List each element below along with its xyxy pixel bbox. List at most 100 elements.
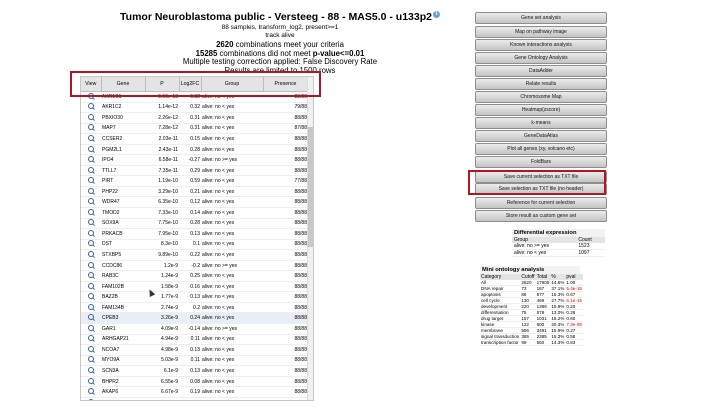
table-row[interactable]: PBXIO30 2.26e-12 0.31 alive: no < yes 88/88	[81, 112, 308, 124]
gene-cell[interactable]: TTLL7	[101, 165, 145, 177]
table-row[interactable]: STXBP5 9.89e-10 0.22 alive: no < yes 88/88	[81, 249, 308, 261]
view-cell[interactable]	[81, 323, 101, 335]
gene-cell[interactable]: ARHGAP21	[101, 334, 145, 346]
magnifier-icon[interactable]	[88, 103, 94, 110]
view-cell[interactable]	[81, 334, 101, 346]
magnifier-icon[interactable]	[88, 335, 94, 342]
magnifier-icon[interactable]	[88, 366, 94, 373]
table-row[interactable]: DST 8.3e-10 0.1 alive: no < yes 88/88	[81, 239, 308, 251]
view-cell[interactable]	[81, 291, 101, 303]
magnifier-icon[interactable]	[88, 324, 94, 331]
magnifier-icon[interactable]	[88, 113, 94, 120]
button-reference-for-current-selection[interactable]: Reference for current selection	[475, 197, 607, 209]
table-row[interactable]: TMOD2 7.33e-10 0.14 alive: no < yes 88/88	[81, 207, 308, 219]
magnifier-icon[interactable]	[88, 293, 94, 300]
gene-cell[interactable]: MAP7	[101, 123, 145, 135]
button-relate-results[interactable]: Relate results	[475, 78, 607, 90]
table-row[interactable]: RAB3C 1.24e-9 0.25 alive: no < yes 88/88	[81, 270, 308, 282]
table-row[interactable]: NCOA7 4.98e-9 0.13 alive: no < yes 88/88	[81, 344, 308, 356]
view-cell[interactable]	[81, 281, 101, 293]
view-cell[interactable]	[81, 133, 101, 145]
gene-cell[interactable]: BAZ2B	[101, 291, 145, 303]
gene-cell[interactable]: MYO9A	[101, 355, 145, 367]
magnifier-icon[interactable]	[88, 250, 94, 257]
view-cell[interactable]	[81, 302, 101, 314]
magnifier-icon[interactable]	[88, 187, 94, 194]
gene-cell[interactable]: GAR1	[101, 323, 145, 335]
table-row[interactable]: AKR1C2 1.14e-12 0.32 alive: no < yes 79/88	[81, 102, 308, 114]
view-cell[interactable]	[81, 196, 101, 208]
gene-cell[interactable]: NCOA7	[101, 344, 145, 356]
button-k-means[interactable]: k-means	[475, 117, 607, 129]
gene-cell[interactable]: STXBP5	[101, 249, 145, 261]
table-row[interactable]: AKAP6 6.67e-9 0.19 alive: no < yes 88/88	[81, 386, 308, 398]
gene-cell[interactable]: PRKACB	[101, 228, 145, 240]
view-cell[interactable]	[81, 154, 101, 166]
view-cell[interactable]	[81, 186, 101, 198]
view-cell[interactable]	[81, 165, 101, 177]
button-map-on-pathway-image[interactable]: Map on pathway image	[475, 26, 607, 38]
table-row[interactable]: FAM134B 2.74e-9 0.2 alive: no < yes 88/88	[81, 302, 308, 314]
gene-cell[interactable]: AKR1C2	[101, 102, 145, 114]
table-row[interactable]: MAP7 7.28e-12 0.31 alive: no < yes 87/88	[81, 123, 308, 135]
gene-cell[interactable]: IPO4	[101, 154, 145, 166]
gene-cell[interactable]: BHPR2	[101, 376, 145, 388]
gene-cell[interactable]: PIRT	[101, 175, 145, 187]
button-known-interactions-analysis[interactable]: Known interactions analysis	[475, 39, 607, 51]
magnifier-icon[interactable]	[88, 240, 94, 247]
table-row[interactable]: IPO4 6.58e-11 -0.27 alive: no >= yes 88/88	[81, 154, 308, 166]
view-cell[interactable]	[81, 355, 101, 367]
view-cell[interactable]	[81, 365, 101, 377]
view-cell[interactable]	[81, 376, 101, 388]
magnifier-icon[interactable]	[88, 261, 94, 268]
magnifier-icon[interactable]	[88, 272, 94, 279]
magnifier-icon[interactable]	[88, 229, 94, 236]
table-row[interactable]: FAM102B 1.58e-9 0.16 alive: no < yes 88/88	[81, 281, 308, 293]
gene-cell[interactable]: PHP22	[101, 186, 145, 198]
view-cell[interactable]	[81, 270, 101, 282]
table-row[interactable]: PGM2L1 2.43e-11 0.28 alive: no < yes 88/88	[81, 144, 308, 156]
magnifier-icon[interactable]	[88, 156, 94, 163]
magnifier-icon[interactable]	[88, 124, 94, 131]
view-cell[interactable]	[81, 260, 101, 272]
magnifier-icon[interactable]	[88, 345, 94, 352]
magnifier-icon[interactable]	[88, 208, 94, 215]
button-heatmap-zscore[interactable]: Heatmap(zscore)	[475, 104, 607, 116]
table-row[interactable]: BHPR2 6.55e-9 0.08 alive: no < yes 88/88	[81, 376, 308, 388]
magnifier-icon[interactable]	[88, 145, 94, 152]
button-foldbars[interactable]: FoldBars	[475, 156, 607, 168]
table-row[interactable]: PIRT 1.19e-10 0.59 alive: no < yes 77/88	[81, 175, 308, 187]
view-cell[interactable]	[81, 228, 101, 240]
gene-cell[interactable]: CCDC86	[101, 260, 145, 272]
table-row[interactable]: BAZ2B 1.77e-9 0.13 alive: no < yes 88/88	[81, 291, 308, 303]
view-cell[interactable]	[81, 344, 101, 356]
button-gene-set-analysis[interactable]: Gene set analysis	[475, 12, 607, 24]
table-scrollbar[interactable]	[307, 77, 313, 400]
gene-cell[interactable]: CPEB3	[101, 312, 145, 325]
magnifier-icon[interactable]	[88, 177, 94, 184]
gene-cell[interactable]: WDR47	[101, 196, 145, 208]
table-row[interactable]: MYO9A 5.03e-9 0.11 alive: no < yes 88/88	[81, 355, 308, 367]
gene-cell[interactable]: FAM102B	[101, 281, 145, 293]
view-cell[interactable]	[81, 102, 101, 114]
gene-cell[interactable]: CCSER2	[101, 133, 145, 145]
results-table-panel[interactable]: View Gene P Log2FC Group Presence AKR1C1…	[80, 76, 314, 401]
magnifier-icon[interactable]	[88, 198, 94, 205]
button-store-result-as-custom-gene-set[interactable]: Store result as custom gene set	[475, 210, 607, 222]
view-cell[interactable]	[81, 386, 101, 398]
gene-cell[interactable]: SCN3A	[101, 365, 145, 377]
view-cell[interactable]	[81, 312, 101, 325]
gene-cell[interactable]: COL4A3BP	[101, 397, 145, 400]
gene-cell[interactable]: FAM134B	[101, 302, 145, 314]
table-row[interactable]: TTLL7 7.35e-11 0.29 alive: no < yes 88/88	[81, 165, 308, 177]
button-genedataatlas[interactable]: GeneDataAtlas	[475, 130, 607, 142]
table-row[interactable]: PHP22 3.29e-10 0.21 alive: no < yes 88/88	[81, 186, 308, 198]
gene-cell[interactable]: TMOD2	[101, 207, 145, 219]
gene-cell[interactable]: RAB3C	[101, 270, 145, 282]
magnifier-icon[interactable]	[88, 303, 94, 310]
table-row[interactable]: CCDC86 1.2e-9 -0.2 alive: no >= yes 88/88	[81, 260, 308, 272]
magnifier-icon[interactable]	[88, 219, 94, 226]
scrollbar-thumb[interactable]	[308, 127, 313, 247]
button-plot-all-genes-xy-volcano-etc[interactable]: Plot all genes (xy, volcano etc)	[475, 143, 607, 155]
magnifier-icon[interactable]	[88, 388, 94, 395]
